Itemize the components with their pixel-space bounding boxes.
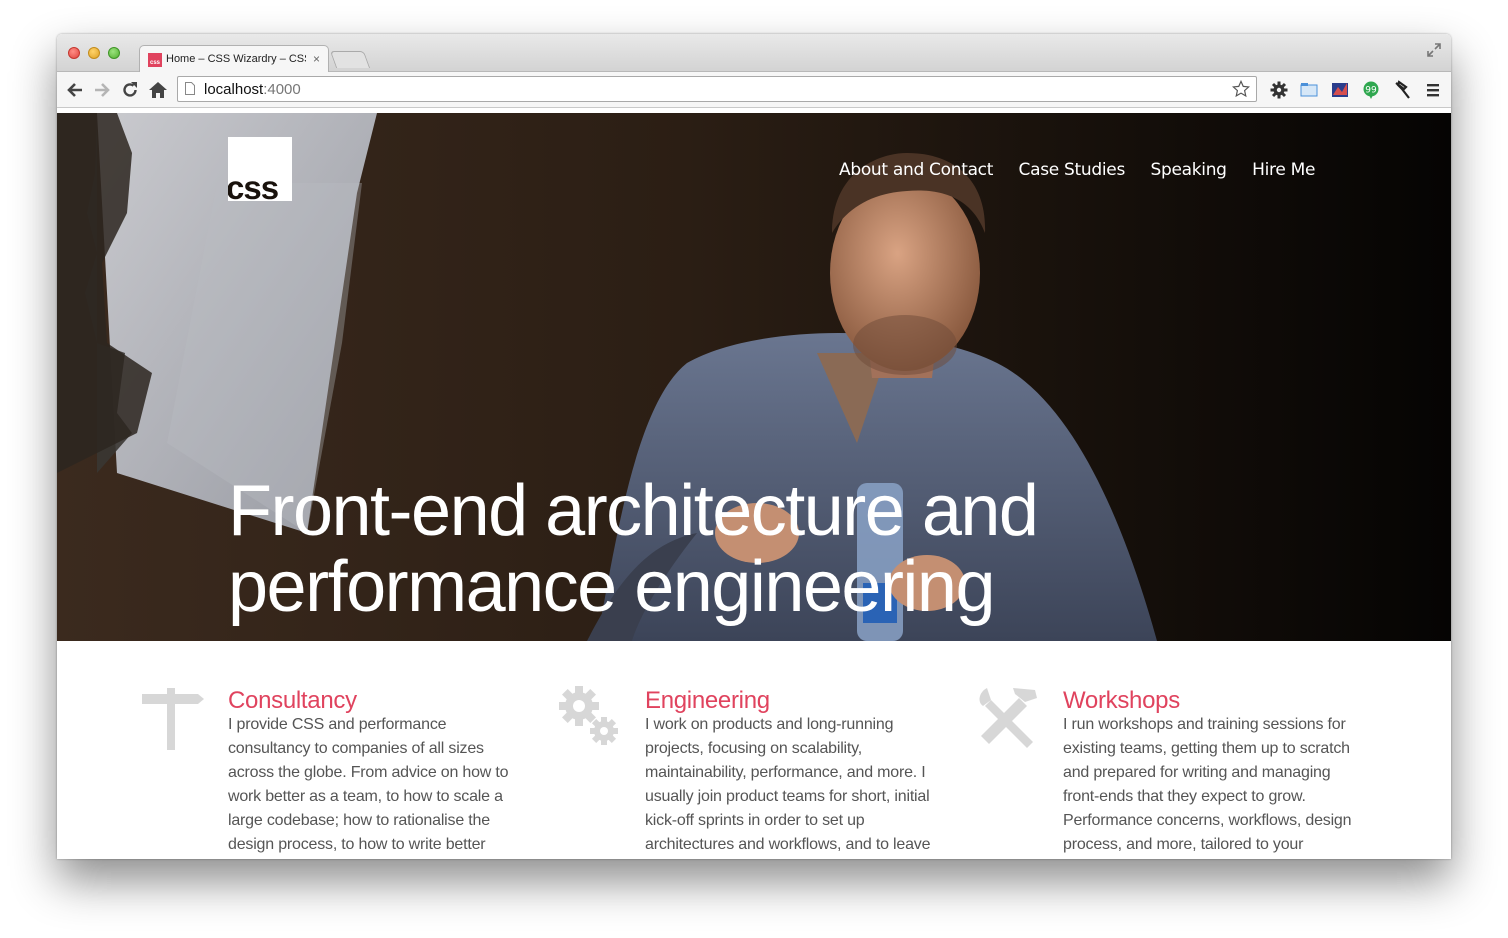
favicon-icon: css: [148, 53, 162, 67]
browser-window: css Home – CSS Wizardry – CSS × localhos: [57, 34, 1451, 859]
close-window-button[interactable]: [68, 47, 80, 59]
gears-icon: [559, 686, 618, 745]
service-consultancy: Consultancy I provide CSS and performanc…: [140, 641, 509, 859]
new-tab-button[interactable]: [329, 51, 371, 68]
tab-bar: css Home – CSS Wizardry – CSS ×: [57, 34, 1451, 73]
service-engineering: Engineering I work on products and long-…: [557, 641, 930, 859]
nav-hire-me[interactable]: Hire Me: [1252, 160, 1315, 180]
headline-line-2: performance engineering: [228, 547, 996, 627]
nav-speaking[interactable]: Speaking: [1150, 160, 1227, 180]
forward-icon[interactable]: [92, 80, 112, 100]
page-viewport: css About and Contact Case Studies Speak…: [57, 108, 1451, 859]
settings-gear-icon[interactable]: [1269, 80, 1289, 100]
service-title[interactable]: Engineering: [645, 687, 770, 715]
hero-section: css About and Contact Case Studies Speak…: [57, 113, 1451, 641]
menu-icon[interactable]: [1423, 80, 1443, 100]
back-icon[interactable]: [65, 80, 85, 100]
browser-toolbar: localhost:4000 99: [57, 72, 1451, 108]
service-description: I run workshops and training sessions fo…: [1063, 716, 1352, 853]
headline-line-1: Front-end architecture and: [228, 471, 1039, 551]
site-logo[interactable]: css: [228, 137, 292, 201]
nav-about-contact[interactable]: About and Contact: [839, 160, 993, 180]
service-workshops: Workshops I run workshops and training s…: [975, 641, 1352, 859]
bookmark-star-icon[interactable]: [1232, 80, 1250, 98]
reload-icon[interactable]: [120, 80, 140, 100]
svg-text:99: 99: [1365, 86, 1377, 96]
service-description: I provide CSS and performance consultanc…: [228, 716, 509, 853]
logo-text: css: [228, 169, 279, 201]
pin-extension-icon[interactable]: [1392, 80, 1412, 100]
tab-title: Home – CSS Wizardry – CSS: [166, 53, 306, 65]
browser-tab[interactable]: css Home – CSS Wizardry – CSS ×: [139, 45, 329, 73]
chat-extension-icon[interactable]: 99: [1361, 80, 1381, 100]
minimize-window-button[interactable]: [88, 47, 100, 59]
service-description: I work on products and long-running proj…: [645, 716, 931, 853]
service-title[interactable]: Workshops: [1063, 687, 1180, 715]
zoom-window-button[interactable]: [108, 47, 120, 59]
url-text[interactable]: localhost:4000: [204, 81, 301, 98]
tools-icon: [979, 688, 1037, 748]
address-bar[interactable]: localhost:4000: [177, 76, 1257, 102]
services-section: Consultancy I provide CSS and performanc…: [57, 641, 1451, 859]
chart-extension-icon[interactable]: [1330, 80, 1350, 100]
folder-extension-icon[interactable]: [1299, 80, 1319, 100]
service-title[interactable]: Consultancy: [228, 687, 357, 715]
hero-headline: Front-end architecture and performance e…: [228, 473, 1328, 625]
site-nav: About and Contact Case Studies Speaking …: [839, 160, 1336, 180]
signpost-icon: [142, 688, 204, 750]
tab-close-button[interactable]: ×: [313, 52, 320, 66]
page-icon: [185, 82, 195, 95]
fullscreen-icon[interactable]: [1427, 43, 1441, 57]
nav-case-studies[interactable]: Case Studies: [1019, 160, 1126, 180]
home-icon[interactable]: [148, 80, 168, 100]
